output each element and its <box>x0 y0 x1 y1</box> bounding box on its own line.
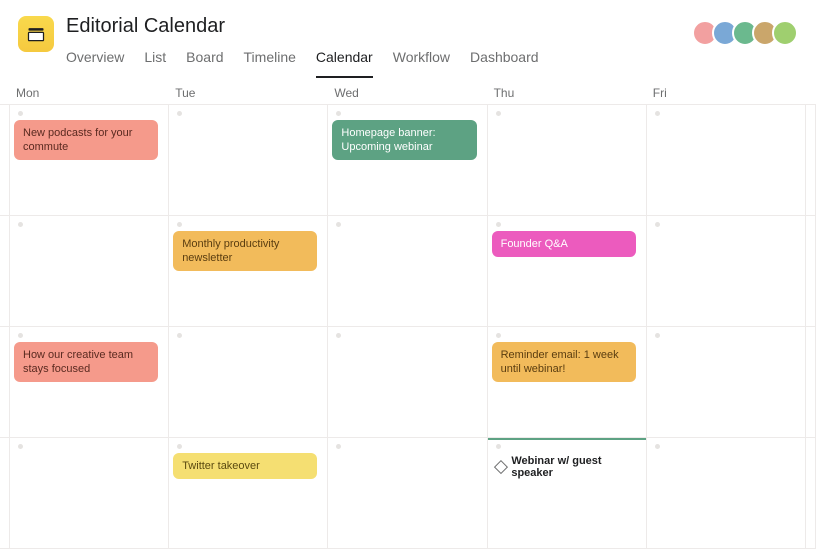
tab-timeline[interactable]: Timeline <box>244 44 296 78</box>
date-dot <box>655 444 660 449</box>
calendar-cell[interactable]: Reminder email: 1 week until webinar! <box>488 327 647 438</box>
calendar-cell[interactable] <box>488 105 647 216</box>
day-headers: MonTueWedThuFri <box>0 82 816 104</box>
tab-board[interactable]: Board <box>186 44 223 78</box>
calendar-cell[interactable] <box>647 327 806 438</box>
calendar-cell[interactable]: Webinar w/ guest speaker <box>488 438 647 549</box>
calendar-cell[interactable] <box>328 327 487 438</box>
calendar-cell[interactable] <box>806 438 816 549</box>
project-icon <box>18 16 54 52</box>
calendar-event[interactable]: Founder Q&A <box>492 231 636 257</box>
calendar-grid: New podcasts for your commute Homepage ba… <box>0 104 816 549</box>
diamond-icon <box>493 460 507 474</box>
tab-dashboard[interactable]: Dashboard <box>470 44 539 78</box>
calendar-event[interactable]: Homepage banner: Upcoming webinar <box>332 120 476 160</box>
calendar-cell[interactable]: New podcasts for your commute <box>10 105 169 216</box>
date-dot <box>177 444 182 449</box>
date-dot <box>655 222 660 227</box>
calendar-cell[interactable] <box>0 438 10 549</box>
date-dot <box>18 111 23 116</box>
date-dot <box>655 333 660 338</box>
milestone-label: Webinar w/ guest speaker <box>511 455 641 479</box>
page-title: Editorial Calendar <box>66 14 539 38</box>
calendar-event[interactable]: New podcasts for your commute <box>14 120 158 160</box>
header: Editorial Calendar Overview List Board Time… <box>0 0 816 78</box>
calendar-cell[interactable] <box>328 438 487 549</box>
date-dot <box>177 333 182 338</box>
view-tabs: Overview List Board Timeline Calendar Workflo… <box>66 44 539 78</box>
calendar-cell[interactable] <box>0 327 10 438</box>
date-dot <box>18 444 23 449</box>
day-header: Tue <box>169 86 328 100</box>
date-dot <box>177 222 182 227</box>
day-header: Wed <box>328 86 487 100</box>
date-dot <box>18 222 23 227</box>
calendar-cell[interactable] <box>806 105 816 216</box>
calendar-cell[interactable]: How our creative team stays focused <box>10 327 169 438</box>
calendar-cell[interactable]: Founder Q&A <box>488 216 647 327</box>
calendar-icon <box>26 24 46 44</box>
calendar-milestone[interactable]: Webinar w/ guest speaker <box>492 455 642 479</box>
date-dot <box>496 111 501 116</box>
avatar[interactable] <box>772 20 798 46</box>
tab-overview[interactable]: Overview <box>66 44 124 78</box>
date-dot <box>496 444 501 449</box>
date-dot <box>496 222 501 227</box>
calendar-cell[interactable] <box>169 327 328 438</box>
calendar-cell[interactable] <box>647 216 806 327</box>
member-avatars[interactable] <box>698 20 798 46</box>
date-dot <box>336 333 341 338</box>
calendar-cell[interactable] <box>10 438 169 549</box>
calendar-event[interactable]: Reminder email: 1 week until webinar! <box>492 342 636 382</box>
tab-workflow[interactable]: Workflow <box>393 44 450 78</box>
calendar-cell[interactable]: Twitter takeover <box>169 438 328 549</box>
calendar-cell[interactable] <box>328 216 487 327</box>
date-dot <box>655 111 660 116</box>
calendar-cell[interactable] <box>806 216 816 327</box>
calendar-cell[interactable] <box>0 216 10 327</box>
calendar-cell[interactable]: Monthly productivity newsletter <box>169 216 328 327</box>
date-dot <box>336 111 341 116</box>
date-dot <box>496 333 501 338</box>
calendar-cell[interactable] <box>0 105 10 216</box>
tab-calendar[interactable]: Calendar <box>316 44 373 78</box>
date-dot <box>18 333 23 338</box>
milestone-bar <box>488 438 646 440</box>
calendar-cell[interactable] <box>806 327 816 438</box>
calendar-event[interactable]: How our creative team stays focused <box>14 342 158 382</box>
day-header: Mon <box>10 86 169 100</box>
calendar-cell[interactable] <box>169 105 328 216</box>
date-dot <box>336 444 341 449</box>
calendar-cell[interactable] <box>10 216 169 327</box>
day-header: Fri <box>647 86 806 100</box>
date-dot <box>177 111 182 116</box>
calendar-cell[interactable]: Homepage banner: Upcoming webinar <box>328 105 487 216</box>
date-dot <box>336 222 341 227</box>
calendar-cell[interactable] <box>647 105 806 216</box>
day-header: Thu <box>488 86 647 100</box>
calendar-event[interactable]: Monthly productivity newsletter <box>173 231 317 271</box>
tab-list[interactable]: List <box>144 44 166 78</box>
calendar-event[interactable]: Twitter takeover <box>173 453 317 479</box>
calendar-cell[interactable] <box>647 438 806 549</box>
